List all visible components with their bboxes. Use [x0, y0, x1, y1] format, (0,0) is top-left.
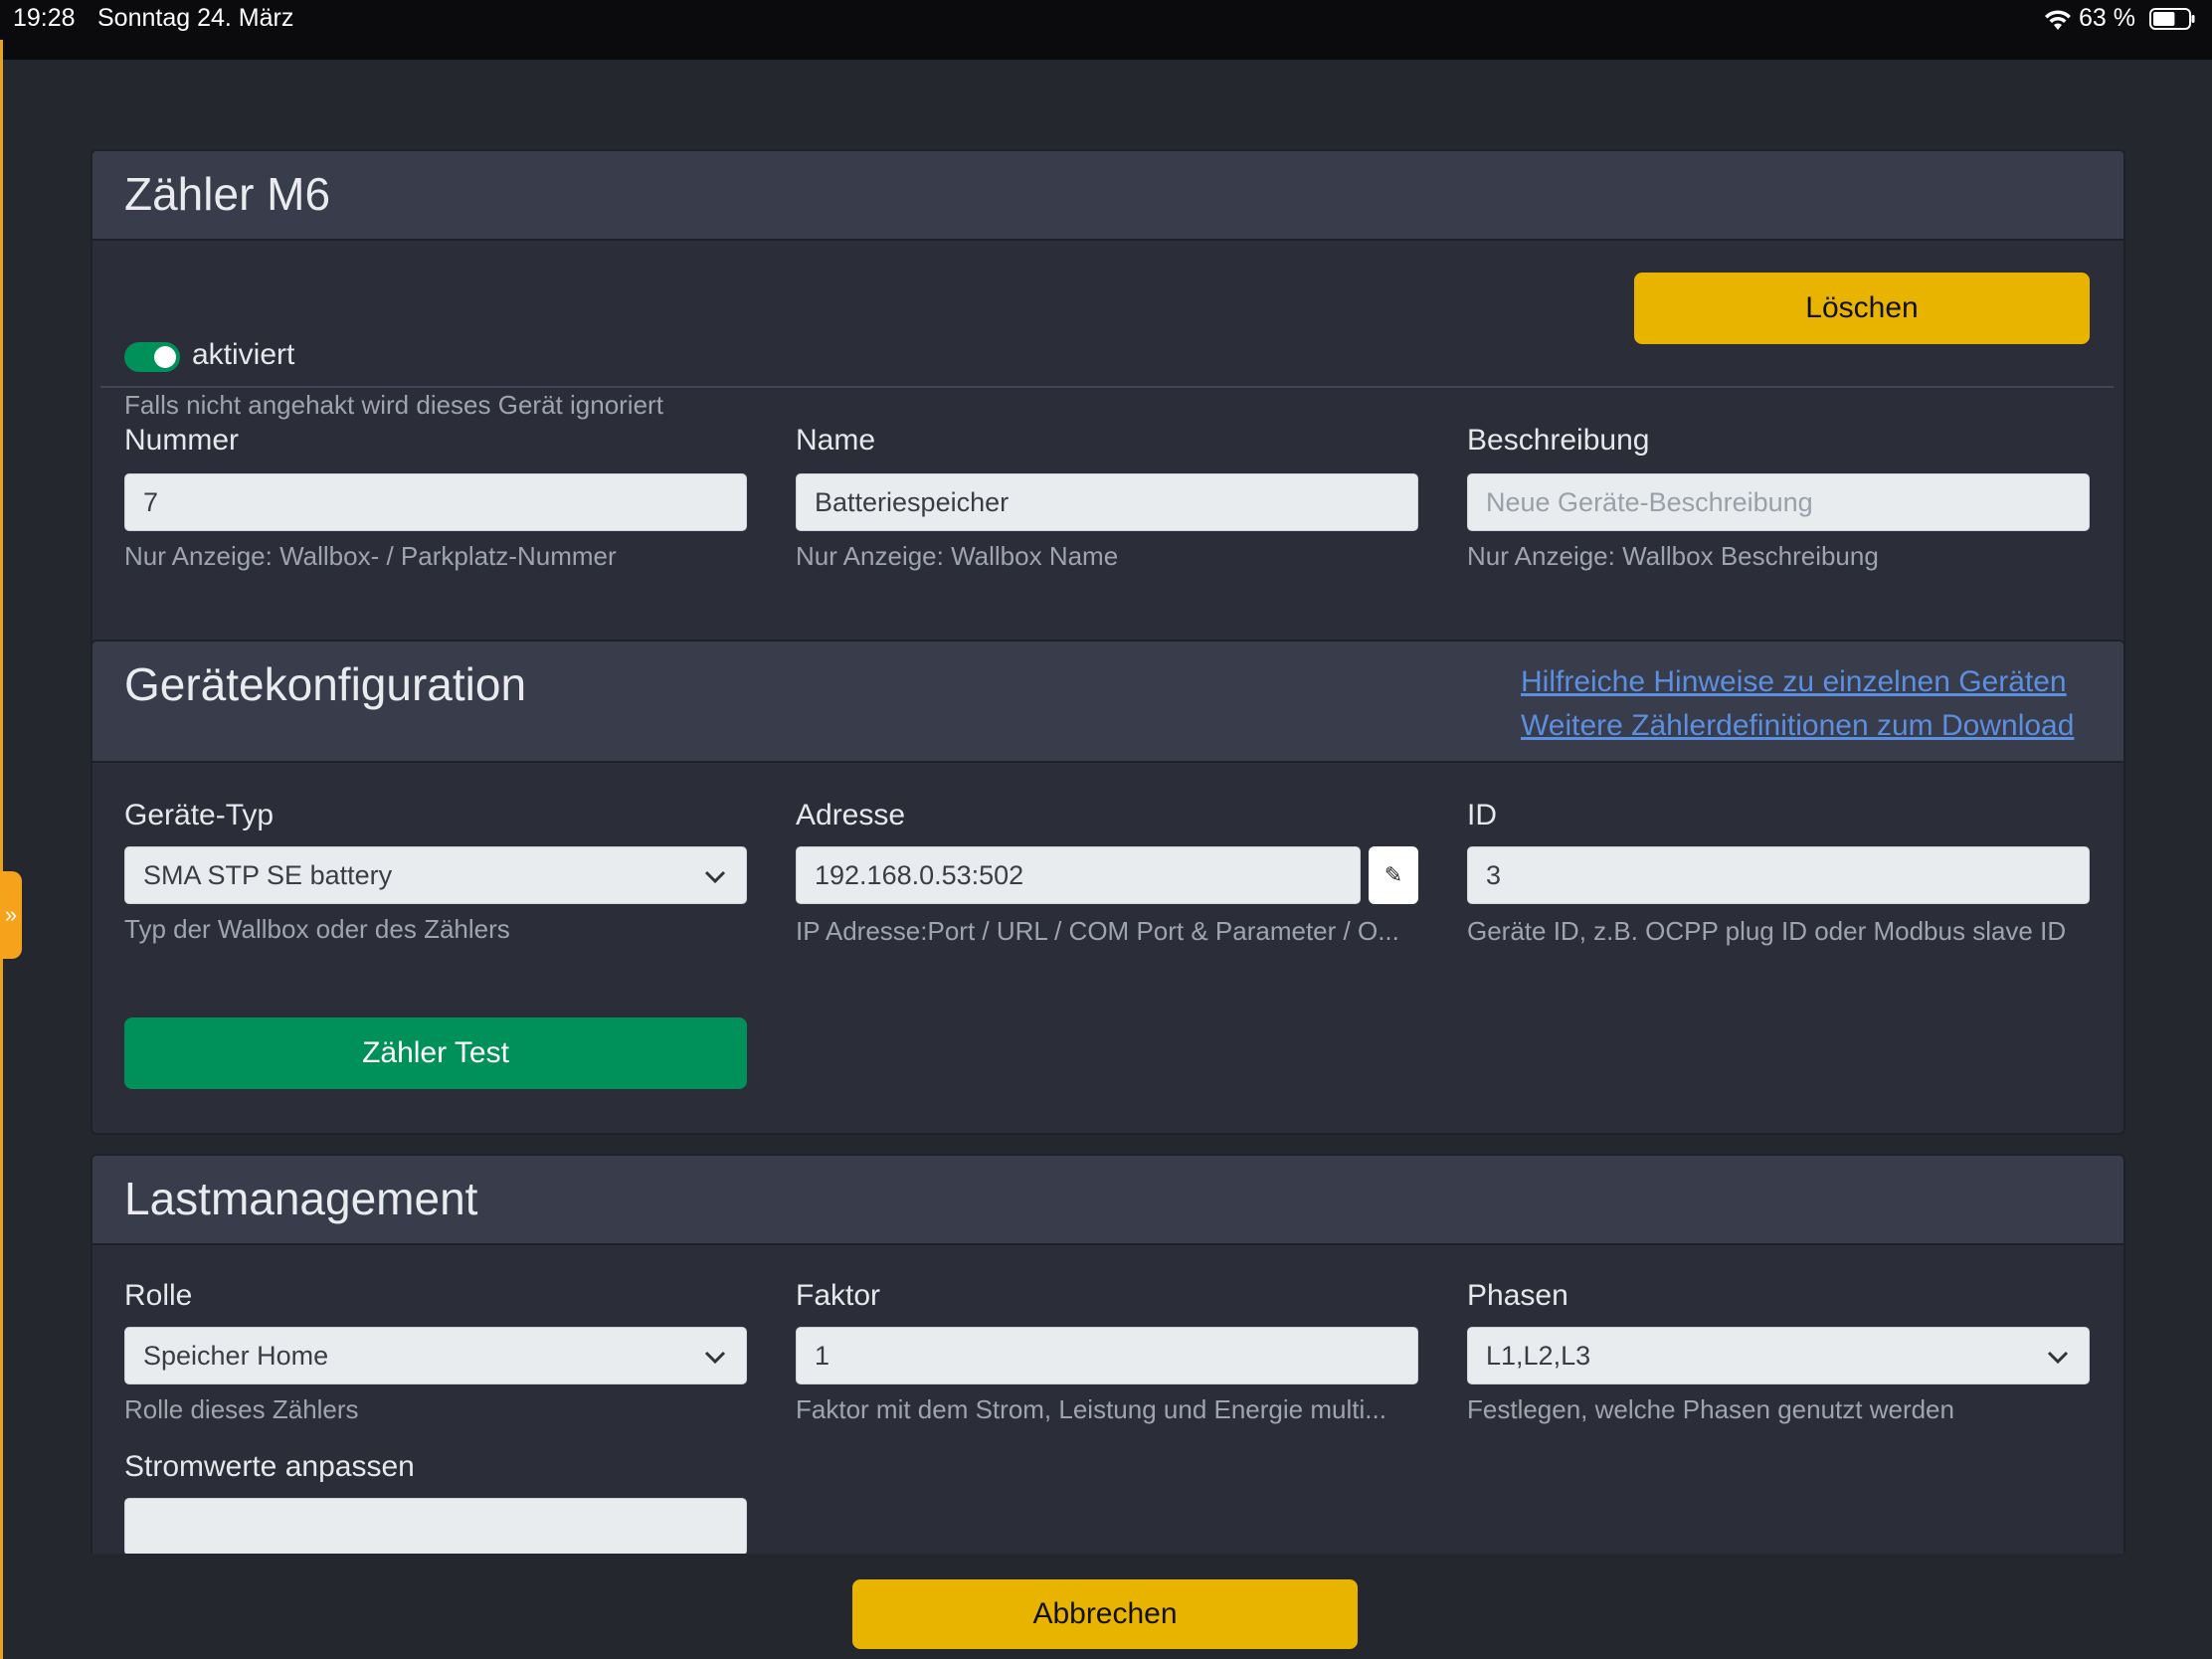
address-edit-button[interactable]: ✎	[1369, 846, 1418, 904]
number-help: Nur Anzeige: Wallbox- / Parkplatz-Nummer	[124, 541, 617, 571]
delete-button[interactable]: Löschen	[1634, 273, 2090, 344]
address-input[interactable]: 192.168.0.53:502	[796, 846, 1361, 904]
number-input[interactable]: 7	[124, 473, 747, 531]
role-select[interactable]: Speicher Home	[124, 1327, 747, 1384]
id-input[interactable]: 3	[1467, 846, 2090, 904]
chevron-down-icon	[2047, 1351, 2069, 1365]
enabled-toggle[interactable]	[124, 342, 180, 372]
status-time: 19:28	[13, 4, 76, 32]
download-link[interactable]: Weitere Zählerdefinitionen zum Download	[1521, 709, 2074, 743]
status-bar: 19:28 Sonntag 24. März 63 %	[0, 0, 2212, 60]
address-label: Adresse	[796, 799, 906, 831]
device-type-label: Geräte-Typ	[124, 799, 275, 831]
factor-help: Faktor mit dem Strom, Leistung und Energ…	[796, 1394, 1386, 1424]
cancel-button[interactable]: Abbrechen	[852, 1579, 1358, 1649]
adjust-current-input[interactable]	[124, 1498, 747, 1554]
factor-input[interactable]: 1	[796, 1327, 1418, 1384]
factor-label: Faktor	[796, 1279, 881, 1312]
enabled-label: aktiviert	[192, 338, 295, 371]
wifi-icon	[2045, 10, 2071, 30]
toggle-knob	[154, 346, 176, 368]
description-input[interactable]: Neue Geräte-Beschreibung	[1467, 473, 2090, 531]
role-label: Rolle	[124, 1279, 193, 1312]
name-label: Name	[796, 424, 876, 457]
meter-test-button[interactable]: Zähler Test	[124, 1017, 747, 1089]
pencil-icon: ✎	[1383, 862, 1403, 887]
device-config-title: Gerätekonfiguration	[124, 658, 527, 710]
sidebar-toggle-tab[interactable]: »	[0, 871, 22, 959]
name-help: Nur Anzeige: Wallbox Name	[796, 541, 1119, 571]
number-label: Nummer	[124, 424, 240, 457]
settings-page: 19:28 Sonntag 24. März 63 % Zähler M6 ak…	[0, 0, 2212, 1659]
device-config-header: Gerätekonfiguration Hilfreiche Hinweise …	[92, 642, 2123, 763]
main-scroll-area[interactable]: Zähler M6 aktiviert Falls nicht angehakt…	[0, 60, 2212, 1554]
status-date: Sonntag 24. März	[97, 4, 294, 32]
meter-card-divider	[100, 386, 2114, 388]
chevron-down-icon	[704, 870, 726, 884]
phases-value: L1,L2,L3	[1486, 1341, 1591, 1371]
description-help: Nur Anzeige: Wallbox Beschreibung	[1467, 541, 1879, 571]
role-help: Rolle dieses Zählers	[124, 1394, 359, 1424]
load-management-card: Lastmanagement Rolle Speicher Home Rolle…	[91, 1154, 2125, 1554]
device-type-select[interactable]: SMA STP SE battery	[124, 846, 747, 904]
enabled-help: Falls nicht angehakt wird dieses Gerät i…	[124, 390, 663, 420]
phases-help: Festlegen, welche Phasen genutzt werden	[1467, 1394, 1954, 1424]
phases-label: Phasen	[1467, 1279, 1568, 1312]
description-label: Beschreibung	[1467, 424, 1650, 457]
meter-card: Zähler M6 aktiviert Falls nicht angehakt…	[91, 149, 2125, 684]
adjust-current-label: Stromwerte anpassen	[124, 1450, 415, 1483]
load-management-header: Lastmanagement	[92, 1156, 2123, 1245]
phases-select[interactable]: L1,L2,L3	[1467, 1327, 2090, 1384]
name-input[interactable]: Batteriespeicher	[796, 473, 1418, 531]
device-type-help: Typ der Wallbox oder des Zählers	[124, 914, 510, 944]
hints-link[interactable]: Hilfreiche Hinweise zu einzelnen Geräten	[1521, 665, 2067, 699]
chevron-double-right-icon: »	[4, 902, 18, 927]
chevron-down-icon	[704, 1351, 726, 1365]
device-type-value: SMA STP SE battery	[143, 860, 393, 890]
battery-icon	[2149, 8, 2195, 30]
id-help: Geräte ID, z.B. OCPP plug ID oder Modbus…	[1467, 916, 2067, 946]
role-value: Speicher Home	[143, 1341, 329, 1371]
address-help: IP Adresse:Port / URL / COM Port & Param…	[796, 916, 1399, 946]
device-config-card: Gerätekonfiguration Hilfreiche Hinweise …	[91, 640, 2125, 1135]
load-management-title: Lastmanagement	[124, 1173, 478, 1224]
meter-card-title: Zähler M6	[124, 168, 331, 220]
id-label: ID	[1467, 799, 1497, 831]
meter-card-header: Zähler M6	[92, 151, 2123, 241]
battery-percent: 63 %	[2079, 4, 2135, 32]
